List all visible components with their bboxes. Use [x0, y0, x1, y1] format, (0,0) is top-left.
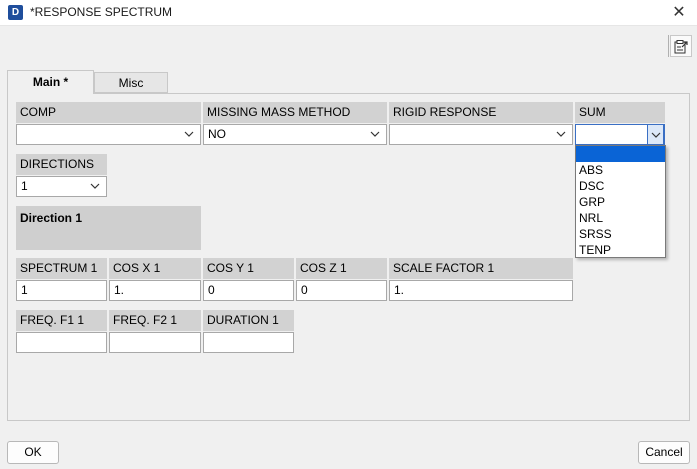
freq-f2-label: FREQ. F2 1 [109, 310, 201, 331]
toolbar-divider [668, 35, 669, 57]
spectrum-input[interactable]: 1 [16, 280, 107, 301]
sum-option-dsc[interactable]: DSC [576, 178, 665, 194]
rigid-response-select[interactable] [389, 124, 573, 145]
directions-select-value: 1 [21, 179, 28, 193]
window-title: *RESPONSE SPECTRUM [30, 5, 173, 19]
sum-dropdown-toggle[interactable] [647, 124, 664, 145]
clipboard-export-icon [674, 40, 688, 54]
chevron-down-icon [651, 132, 661, 138]
cos-x-input[interactable]: 1. [109, 280, 201, 301]
directions-label: DIRECTIONS [16, 154, 107, 175]
chevron-down-icon [184, 131, 194, 137]
missing-mass-method-label: MISSING MASS METHOD [203, 102, 387, 123]
scale-factor-label: SCALE FACTOR 1 [389, 258, 573, 279]
direction-section-header: Direction 1 [16, 206, 201, 250]
comp-select[interactable] [16, 124, 201, 145]
cos-y-label: COS Y 1 [203, 258, 294, 279]
directions-select[interactable]: 1 [16, 176, 107, 197]
rigid-response-label: RIGID RESPONSE [389, 102, 573, 123]
sum-label: SUM [575, 102, 665, 123]
sum-option-srss[interactable]: SRSS [576, 226, 665, 242]
cos-z-input[interactable]: 0 [296, 280, 387, 301]
chevron-down-icon [90, 183, 100, 189]
cos-z-label: COS Z 1 [296, 258, 387, 279]
scale-factor-input[interactable]: 1. [389, 280, 573, 301]
freq-f1-input[interactable] [16, 332, 107, 353]
sum-option-grp[interactable]: GRP [576, 194, 665, 210]
toolbar-action-button[interactable] [670, 35, 692, 57]
cos-x-label: COS X 1 [109, 258, 201, 279]
cos-y-input[interactable]: 0 [203, 280, 294, 301]
direction-section-title: Direction 1 [20, 211, 83, 225]
freq-f1-label: FREQ. F1 1 [16, 310, 107, 331]
tab-main[interactable]: Main * [7, 70, 94, 94]
sum-option-tenp[interactable]: TENP [576, 242, 665, 258]
sum-dropdown-list: ABS DSC GRP NRL SRSS TENP [575, 145, 666, 258]
cancel-button[interactable]: Cancel [638, 441, 690, 464]
sum-option-nrl[interactable]: NRL [576, 210, 665, 226]
chevron-down-icon [370, 131, 380, 137]
tab-misc[interactable]: Misc [94, 72, 168, 93]
sum-option-blank[interactable] [576, 146, 665, 162]
title-bar: D *RESPONSE SPECTRUM ✕ [0, 0, 697, 26]
sum-select[interactable] [575, 124, 665, 145]
ok-button[interactable]: OK [7, 441, 59, 464]
duration-label: DURATION 1 [203, 310, 294, 331]
app-logo-icon: D [8, 5, 23, 20]
missing-mass-method-value: NO [208, 127, 226, 141]
spectrum-label: SPECTRUM 1 [16, 258, 107, 279]
duration-input[interactable] [203, 332, 294, 353]
chevron-down-icon [556, 131, 566, 137]
comp-label: COMP [16, 102, 201, 123]
sum-option-abs[interactable]: ABS [576, 162, 665, 178]
missing-mass-method-select[interactable]: NO [203, 124, 387, 145]
close-button[interactable]: ✕ [669, 3, 689, 23]
freq-f2-input[interactable] [109, 332, 201, 353]
